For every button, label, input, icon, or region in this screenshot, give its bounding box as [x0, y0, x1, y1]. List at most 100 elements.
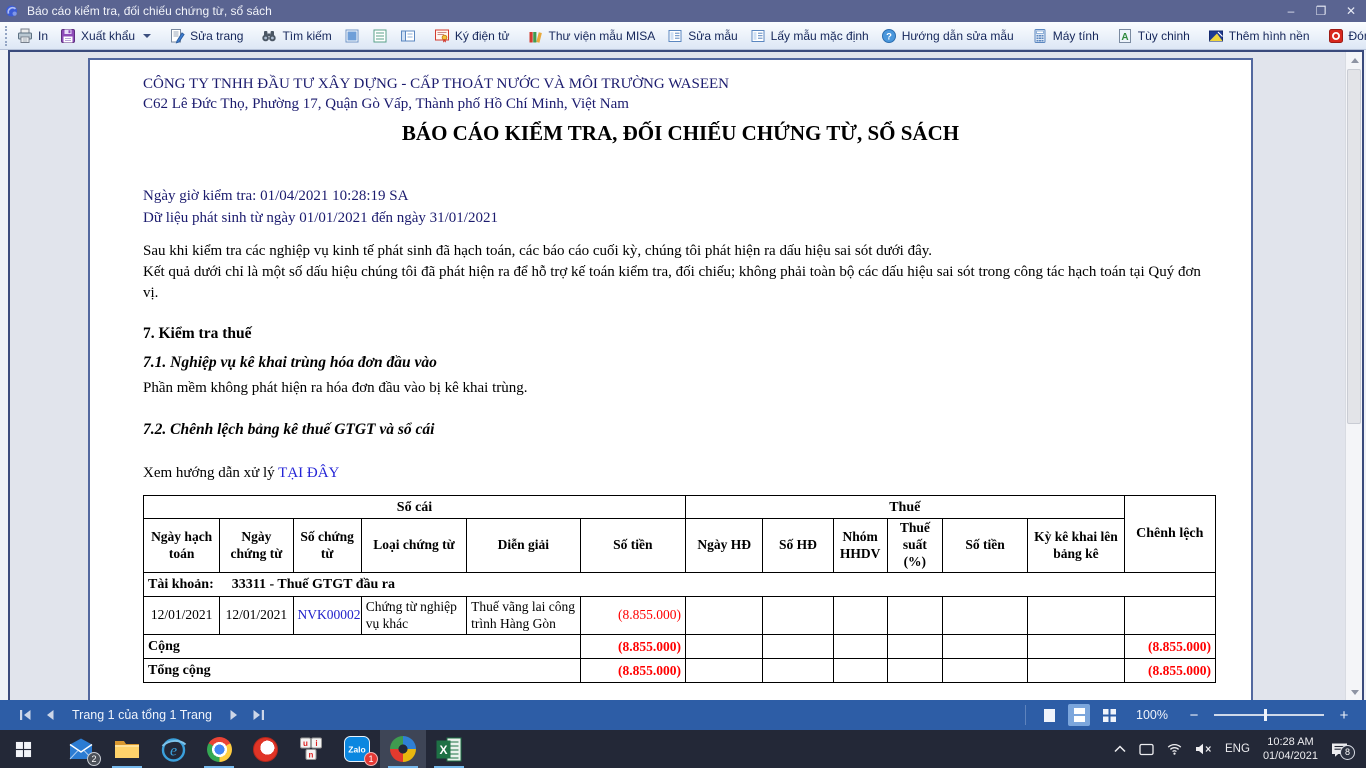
add-background-button[interactable]: Thêm hình nền	[1202, 25, 1316, 47]
check-time-line: Ngày giờ kiểm tra: 01/04/2021 10:28:19 S…	[143, 186, 1218, 208]
minimize-button[interactable]: –	[1276, 0, 1306, 22]
subtotal-difference: (8.855.000)	[1124, 635, 1215, 659]
layout-single-icon	[1043, 708, 1056, 723]
section-72-heading: 7.2. Chênh lệch bảng kê thuế GTGT và sổ …	[143, 421, 1218, 439]
edit-page-icon	[169, 28, 185, 44]
export-button[interactable]: Xuất khẩu	[54, 25, 157, 47]
layout-single-button[interactable]	[1038, 704, 1060, 726]
view-single-button[interactable]	[338, 25, 366, 47]
zoom-out-button[interactable]: −	[1186, 707, 1202, 724]
previous-page-button[interactable]	[38, 703, 62, 727]
cell-empty	[1028, 597, 1124, 635]
taskbar-coc-coc[interactable]	[242, 730, 288, 768]
close-report-button[interactable]: Đóng	[1322, 25, 1366, 47]
template-library-button[interactable]: Thư viện mẫu MISA	[522, 25, 662, 47]
layout-continuous-button[interactable]	[1068, 704, 1090, 726]
next-page-button[interactable]	[222, 703, 246, 727]
taskbar-mail[interactable]: 2	[58, 730, 104, 768]
chrome-icon	[207, 737, 232, 762]
taskbar-excel[interactable]: X	[426, 730, 472, 768]
cell-empty	[763, 597, 833, 635]
tray-tablet-mode-button[interactable]	[1139, 743, 1154, 756]
view-continuous-button[interactable]	[366, 25, 394, 47]
cell-amount-ledger: (8.855.000)	[580, 597, 685, 635]
window-titlebar: Báo cáo kiểm tra, đối chiếu chứng từ, sổ…	[0, 0, 1366, 22]
restore-button[interactable]: ❐	[1306, 0, 1336, 22]
guide-link[interactable]: TẠI ĐÂY	[278, 465, 339, 481]
scroll-up-button[interactable]	[1346, 52, 1363, 68]
digital-sign-label: Ký điện tử	[455, 29, 510, 43]
cell-empty	[686, 635, 763, 659]
cell-empty	[1124, 597, 1215, 635]
zoom-slider-thumb[interactable]	[1264, 709, 1267, 721]
svg-text:?: ?	[886, 31, 892, 42]
tray-volume-button[interactable]	[1195, 743, 1212, 755]
first-page-button[interactable]	[14, 703, 38, 727]
search-button[interactable]: Tìm kiếm	[255, 25, 337, 47]
column-header: Ngày HĐ	[686, 519, 763, 573]
statusbar-separator	[1025, 705, 1026, 725]
layout-grid-icon	[1102, 708, 1117, 723]
tray-time: 10:28 AM	[1263, 735, 1318, 749]
scrollbar-thumb[interactable]	[1347, 69, 1361, 424]
last-page-button[interactable]	[246, 703, 270, 727]
vertical-scrollbar[interactable]	[1345, 52, 1362, 700]
edit-page-button[interactable]: Sửa trang	[163, 25, 249, 47]
triangle-down-icon	[1351, 690, 1359, 695]
close-button[interactable]: ✕	[1336, 0, 1366, 22]
view-continuous-icon	[372, 28, 388, 44]
print-button[interactable]: In	[11, 25, 54, 47]
tray-chevron-button[interactable]	[1114, 745, 1126, 753]
default-template-label: Lấy mẫu mặc định	[771, 29, 869, 43]
table-row: 12/01/2021 12/01/2021 NVK00002 Chứng từ …	[144, 597, 1216, 635]
tablet-mode-icon	[1139, 743, 1154, 756]
svg-text:Zalo: Zalo	[348, 745, 365, 755]
tray-clock[interactable]: 10:28 AM 01/04/2021	[1263, 735, 1318, 764]
digital-signature-icon	[434, 28, 450, 44]
unikey-icon: uin	[298, 736, 324, 762]
cell-empty	[833, 659, 887, 683]
layout-grid-button[interactable]	[1098, 704, 1120, 726]
window-controls: – ❐ ✕	[1276, 0, 1366, 22]
section-71-heading: 7.1. Nghiệp vụ kê khai trùng hóa đơn đầu…	[143, 354, 1218, 372]
default-template-button[interactable]: Lấy mẫu mặc định	[744, 25, 875, 47]
cell-posting-date: 12/01/2021	[144, 597, 220, 635]
view-facing-button[interactable]	[394, 25, 422, 47]
coc-coc-icon	[253, 737, 278, 762]
tray-language-button[interactable]: ENG	[1225, 743, 1250, 755]
tray-network-button[interactable]	[1167, 743, 1182, 755]
printer-icon	[17, 28, 33, 44]
speaker-mute-icon	[1195, 743, 1212, 755]
last-page-icon	[251, 709, 265, 721]
scroll-down-button[interactable]	[1346, 684, 1363, 700]
tray-date: 01/04/2021	[1263, 749, 1318, 763]
zoom-in-button[interactable]: +	[1336, 707, 1352, 724]
calculator-button[interactable]: Máy tính	[1026, 25, 1105, 47]
taskbar-chrome[interactable]	[196, 730, 242, 768]
calculator-icon	[1032, 28, 1048, 44]
taskbar-zalo[interactable]: Zalo 1	[334, 730, 380, 768]
svg-text:A: A	[1121, 32, 1128, 43]
customize-button[interactable]: A Tùy chinh	[1111, 25, 1196, 47]
voucher-number-link[interactable]: NVK00002	[293, 597, 361, 635]
taskbar-file-explorer[interactable]	[104, 730, 150, 768]
taskbar-internet-explorer[interactable]: e	[150, 730, 196, 768]
edit-page-label: Sửa trang	[190, 29, 243, 43]
grand-total-difference: (8.855.000)	[1124, 659, 1215, 683]
cell-empty	[686, 659, 763, 683]
zoom-slider[interactable]	[1214, 714, 1324, 716]
column-header: Ngày hạch toán	[144, 519, 220, 573]
cell-voucher-date: 12/01/2021	[220, 597, 293, 635]
help-button[interactable]: ? Hướng dẫn sửa mẫu	[875, 25, 1020, 47]
column-header: Diễn giải	[467, 519, 580, 573]
report-viewer: CÔNG TY TNHH ĐẦU TƯ XÂY DỰNG - CẤP THOÁT…	[8, 50, 1364, 700]
group-header-thue: Thuế	[686, 496, 1125, 519]
taskbar-unikey[interactable]: uin	[288, 730, 334, 768]
edit-template-button[interactable]: Sửa mẫu	[661, 25, 743, 47]
action-center-button[interactable]: 8	[1331, 742, 1348, 757]
toolbar-grip	[5, 26, 7, 46]
taskbar-misa-active[interactable]	[380, 730, 426, 768]
start-button[interactable]	[0, 730, 46, 768]
column-header: Ngày chứng từ	[220, 519, 293, 573]
digital-sign-button[interactable]: Ký điện tử	[428, 25, 516, 47]
